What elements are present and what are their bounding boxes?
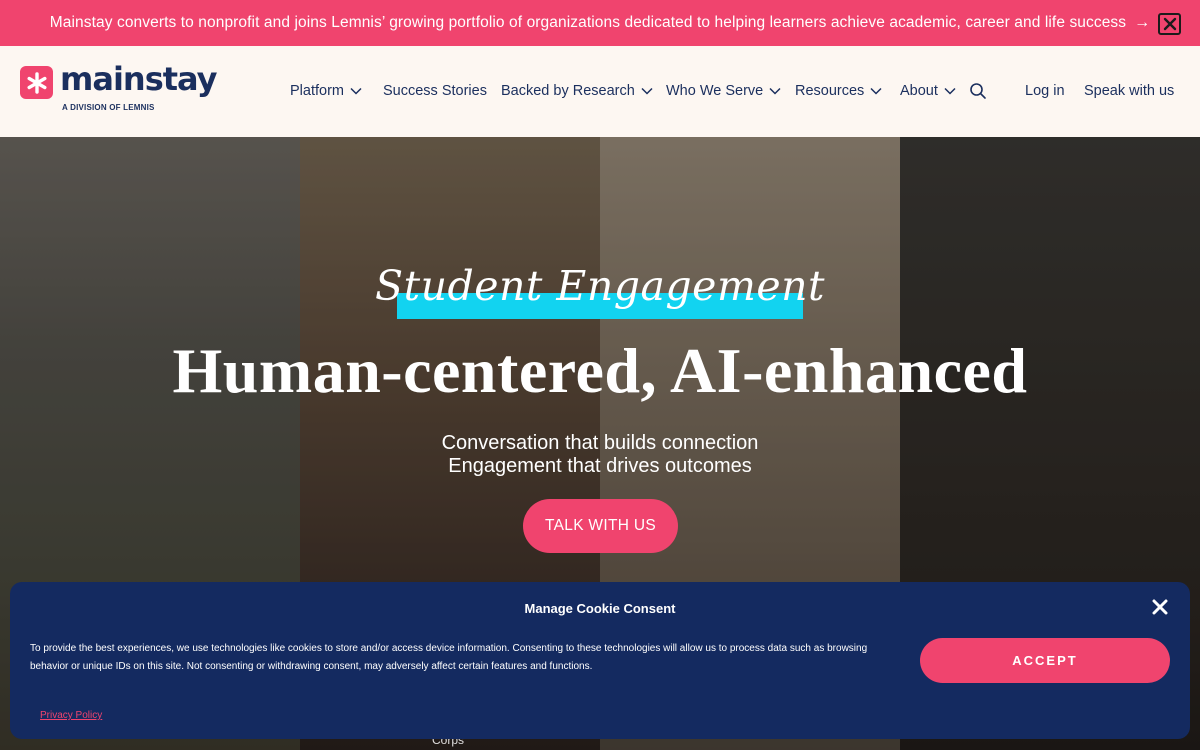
nav-success-stories[interactable]: Success Stories (383, 83, 487, 99)
nav-about[interactable]: About (900, 83, 956, 99)
chevron-down-icon (350, 87, 362, 95)
close-icon (1163, 17, 1176, 31)
nav-label: Platform (290, 83, 344, 99)
arrow-right-icon: → (1134, 14, 1151, 31)
hero-eyebrow: Student Engagement (375, 262, 825, 310)
hero-headline: Human-centered, AI-enhanced (172, 335, 1028, 406)
privacy-policy-link[interactable]: Privacy Policy (40, 710, 102, 721)
cookie-title: Manage Cookie Consent (524, 601, 676, 616)
accept-button[interactable]: ACCEPT (920, 638, 1170, 683)
hero-subline-2: Engagement that drives outcomes (448, 455, 752, 477)
speak-label: Speak with us (1084, 83, 1175, 99)
nav-label: Success Stories (383, 83, 487, 99)
search-icon[interactable] (969, 82, 987, 100)
login-label: Log in (1025, 83, 1065, 99)
cookie-consent-dialog: Manage Cookie Consent To provide the bes… (10, 582, 1190, 739)
chevron-down-icon (641, 87, 653, 95)
nav-resources[interactable]: Resources (795, 83, 882, 99)
announcement-banner[interactable]: Mainstay converts to nonprofit and joins… (0, 0, 1200, 46)
nav-platform[interactable]: Platform (290, 83, 362, 99)
login-link[interactable]: Log in (1025, 83, 1065, 99)
banner-text[interactable]: Mainstay converts to nonprofit and joins… (50, 14, 1126, 32)
nav-label: Backed by Research (501, 83, 635, 99)
banner-close-button[interactable] (1158, 13, 1181, 35)
chevron-down-icon (870, 87, 882, 95)
cookie-description: To provide the best experiences, we use … (30, 643, 868, 672)
logo-subtitle: A DIVISION OF LEMNIS (62, 103, 155, 112)
talk-with-us-button[interactable]: TALK WITH US (523, 499, 678, 553)
nav-label: About (900, 83, 938, 99)
nav-label: Who We Serve (666, 83, 764, 99)
site-header: mainstay A DIVISION OF LEMNIS Platform S… (0, 46, 1200, 137)
speak-with-us-link[interactable]: Speak with us (1084, 83, 1174, 99)
close-icon[interactable] (1152, 599, 1168, 615)
nav-label: Resources (795, 83, 865, 99)
nav-backed-by-research[interactable]: Backed by Research (501, 83, 653, 99)
main-nav: Platform Success Stories Backed by Resea… (0, 83, 1200, 103)
hero-subline-1: Conversation that builds connection (441, 432, 759, 454)
chevron-down-icon (944, 87, 956, 95)
nav-who-we-serve[interactable]: Who We Serve (666, 83, 781, 99)
chevron-down-icon (769, 87, 781, 95)
